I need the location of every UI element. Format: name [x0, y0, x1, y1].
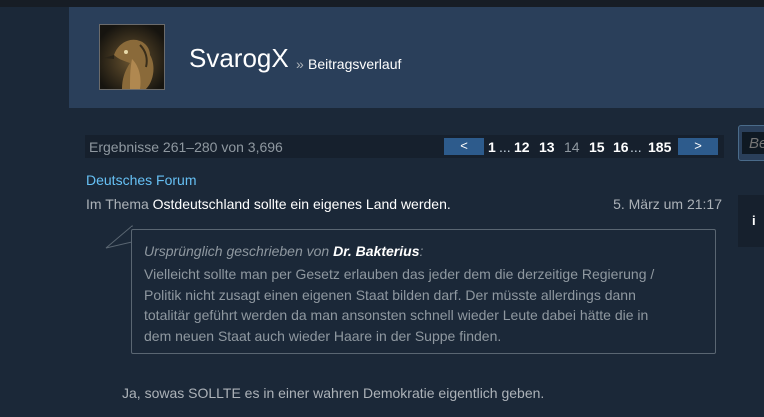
quote-line: Vielleicht sollte man per Gesetz erlaube…	[144, 266, 655, 282]
quote-line: totalitär geführt werden da man ansonste…	[144, 307, 649, 323]
page-ellipsis: ...	[499, 139, 511, 155]
results-count: Ergebnisse 261–280 von 3,696	[89, 139, 283, 155]
page-link[interactable]: 1	[488, 139, 496, 155]
next-page-button[interactable]: >	[678, 138, 718, 155]
reply-text: Ja, sowas SOLLTE es in einer wahren Demo…	[122, 385, 545, 401]
profile-header: SvarogX » Beitragsverlauf	[69, 7, 764, 108]
page-link[interactable]: 16	[613, 139, 629, 155]
quote-header-suffix: :	[419, 243, 424, 259]
breadcrumb-separator: »	[296, 56, 304, 72]
quote-line: Politik nicht zusagt einen eigenen Staat…	[144, 286, 636, 303]
quote-box: Ursprünglich geschrieben von Dr. Bakteri…	[131, 229, 716, 354]
info-icon[interactable]: i	[752, 213, 756, 228]
raven-avatar-image	[100, 25, 164, 89]
quote-text: Vielleicht sollte man per Gesetz erlaube…	[144, 264, 704, 346]
side-panel: i	[738, 195, 764, 247]
thread-title-link[interactable]: Ostdeutschland sollte ein eigenes Land w…	[153, 196, 451, 212]
page-ellipsis: ...	[630, 139, 642, 155]
avatar[interactable]	[99, 24, 165, 90]
search-input[interactable]	[742, 132, 764, 154]
page-link[interactable]: 15	[589, 139, 605, 155]
quote-line: dem neuen Staat auch wieder Haare in der…	[144, 327, 502, 344]
page-link[interactable]: 185	[648, 139, 671, 155]
quote-header: Ursprünglich geschrieben von Dr. Bakteri…	[144, 243, 423, 259]
forum-link[interactable]: Deutsches Forum	[86, 172, 196, 188]
quote-pointer	[105, 224, 134, 249]
post-date: 5. März um 21:17	[613, 196, 722, 212]
thread-prefix: Im Thema	[86, 196, 149, 212]
thread-line: Im Thema Ostdeutschland sollte ein eigen…	[86, 196, 451, 212]
section-title: Beitragsverlauf	[308, 56, 402, 72]
page-link[interactable]: 12	[514, 139, 530, 155]
quote-header-prefix: Ursprünglich geschrieben von	[144, 243, 330, 259]
top-nav-strip	[0, 0, 764, 7]
quote-author: Dr. Bakterius	[333, 243, 420, 259]
search-box	[738, 125, 764, 161]
current-page: 14	[564, 139, 580, 155]
page-link[interactable]: 13	[539, 139, 555, 155]
user-name[interactable]: SvarogX	[189, 43, 289, 73]
paging-bar: Ergebnisse 261–280 von 3,696 < 1 ... 12 …	[85, 135, 724, 158]
prev-page-button[interactable]: <	[444, 138, 484, 155]
